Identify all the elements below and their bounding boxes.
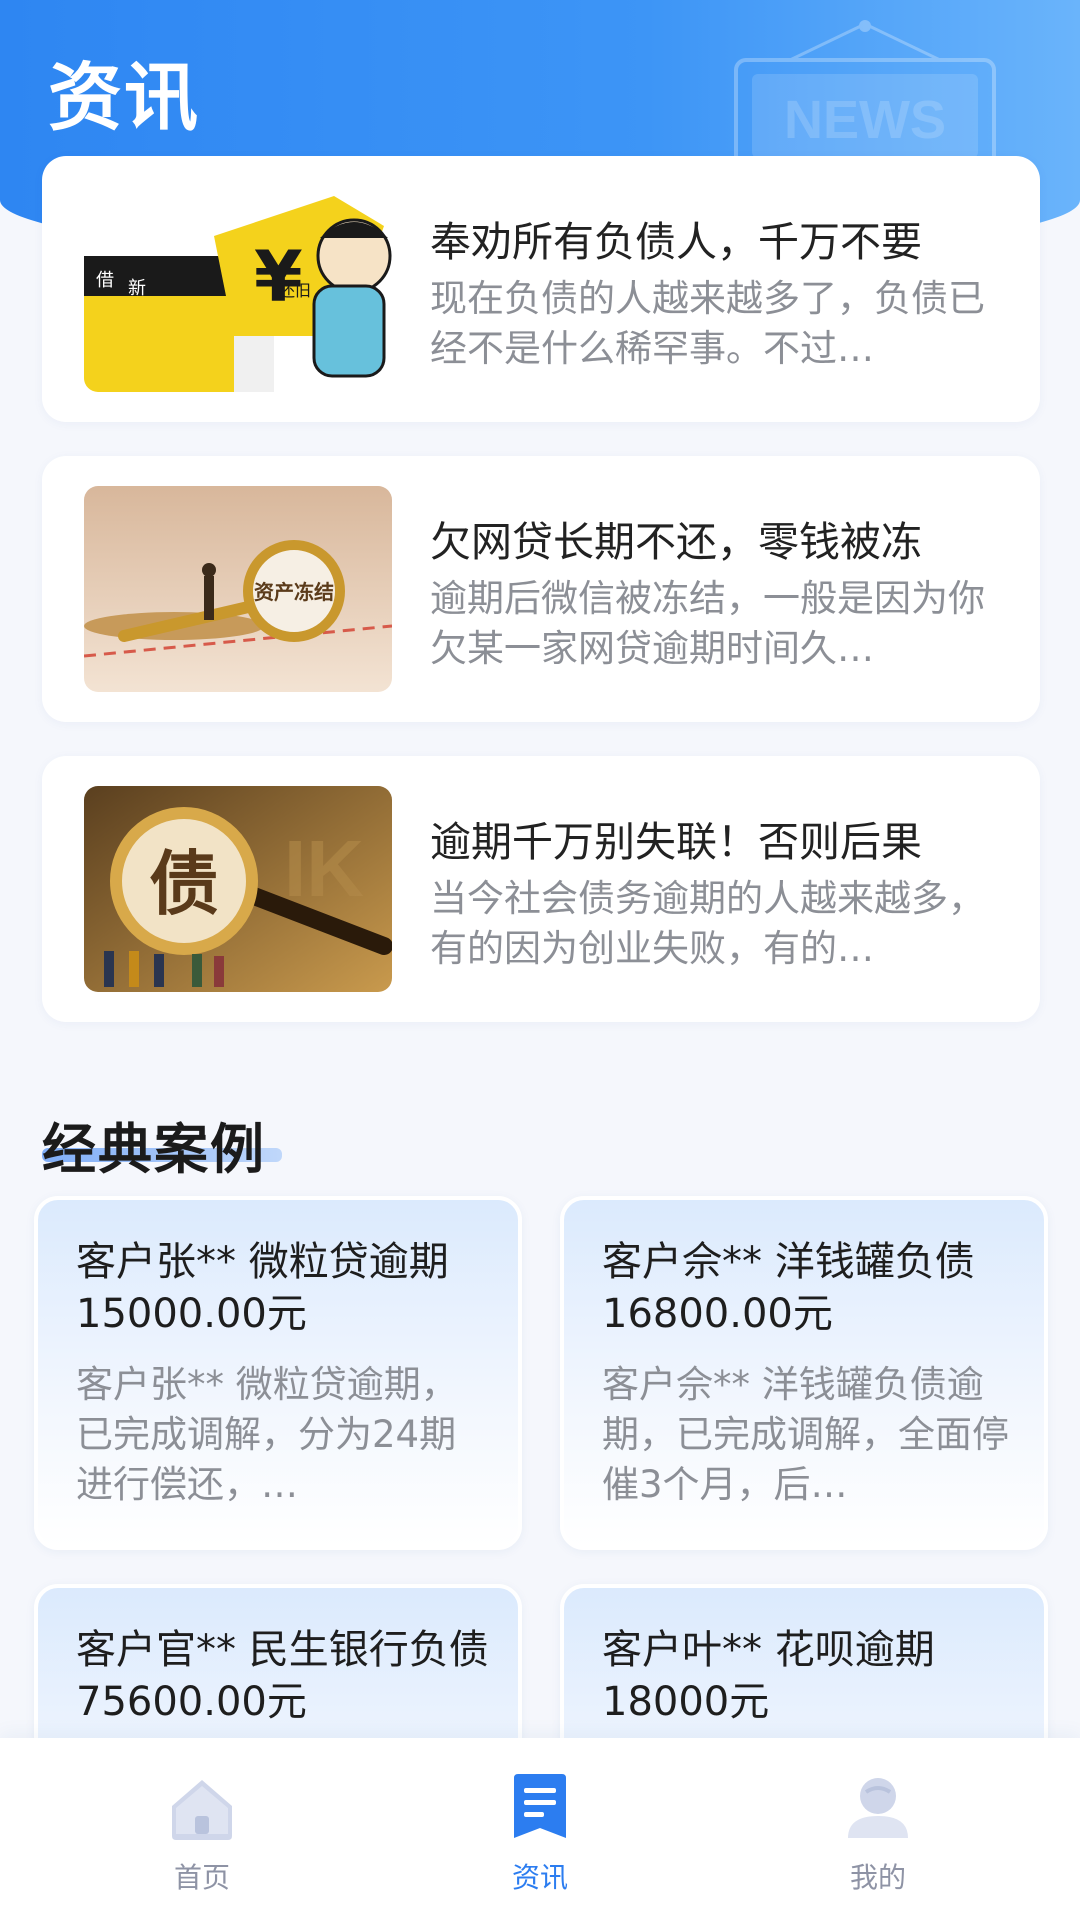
home-icon xyxy=(172,1780,232,1840)
tab-label: 资讯 xyxy=(511,1861,568,1894)
tab-home[interactable]: 首页 xyxy=(102,1772,302,1902)
case-desc: 客户佘** 洋钱罐负债逾期，已完成调解，全面停催3个月，后… xyxy=(602,1363,1009,1506)
news-thumbnail: ¥ 借 新 还旧 xyxy=(84,186,392,392)
thumb-text: 债 xyxy=(149,842,219,925)
news-card[interactable]: IK 债 逾期千万别失联！否则后果 当今社会债务逾期的人越来越多，有的因为创业失… xyxy=(42,756,1040,1022)
news-title: 逾期千万别失联！否则后果 xyxy=(430,818,922,866)
news-list: ¥ 借 新 还旧 奉劝所有负债人，千万不要 现在负债的人越来越多了，负债已经不是… xyxy=(42,156,1040,1056)
news-title: 奉劝所有负债人，千万不要 xyxy=(430,218,922,266)
tab-news[interactable]: 资讯 xyxy=(440,1772,640,1902)
case-title: 客户官** 民生银行负债75600.00元 xyxy=(76,1627,489,1725)
page-title: 资讯 xyxy=(48,55,200,141)
tab-label: 首页 xyxy=(173,1861,230,1894)
thumb-text: 还旧 xyxy=(279,281,311,300)
user-icon xyxy=(848,1778,908,1838)
svg-text:¥: ¥ xyxy=(254,236,303,318)
bottom-tab-bar: 首页 资讯 我的 xyxy=(0,1738,1080,1920)
section-title: 经典案例 xyxy=(42,1118,266,1181)
news-icon xyxy=(514,1774,566,1838)
case-title: 客户张** 微粒贷逾期15000.00元 xyxy=(76,1239,449,1337)
case-title: 客户叶** 花呗逾期18000元 xyxy=(602,1627,935,1725)
tab-label: 我的 xyxy=(849,1861,906,1894)
case-desc: 客户张** 微粒贷逾期，已完成调解，分为24期进行偿还，… xyxy=(76,1363,458,1506)
news-thumbnail: IK 债 xyxy=(84,786,392,992)
news-title: 欠网贷长期不还，零钱被冻 xyxy=(430,518,922,566)
news-desc: 现在负债的人越来越多了，负债已经不是什么稀罕事。不过… xyxy=(430,277,985,370)
case-card[interactable]: 客户佘** 洋钱罐负债16800.00元 客户佘** 洋钱罐负债逾期，已完成调解… xyxy=(560,1196,1048,1550)
news-sign-decoration: NEWS xyxy=(734,20,996,170)
svg-text:IK: IK xyxy=(284,824,364,913)
tab-profile[interactable]: 我的 xyxy=(778,1772,978,1902)
thumb-text: 资产冻结 xyxy=(254,580,334,604)
news-sign-text: NEWS xyxy=(784,90,946,150)
case-card[interactable]: 客户张** 微粒贷逾期15000.00元 客户张** 微粒贷逾期，已完成调解，分… xyxy=(34,1196,522,1550)
news-desc: 逾期后微信被冻结，一般是因为你欠某一家网贷逾期时间久… xyxy=(430,577,985,670)
thumb-text: 新 xyxy=(128,278,146,299)
news-card[interactable]: ¥ 借 新 还旧 奉劝所有负债人，千万不要 现在负债的人越来越多了，负债已经不是… xyxy=(42,156,1040,422)
news-thumbnail: 资产冻结 xyxy=(84,486,392,692)
news-desc: 当今社会债务逾期的人越来越多，有的因为创业失败，有的… xyxy=(430,877,985,970)
news-card[interactable]: 资产冻结 欠网贷长期不还，零钱被冻 逾期后微信被冻结，一般是因为你欠某一家网贷逾… xyxy=(42,456,1040,722)
thumb-text: 借 xyxy=(96,270,114,291)
case-title: 客户佘** 洋钱罐负债16800.00元 xyxy=(602,1239,975,1337)
